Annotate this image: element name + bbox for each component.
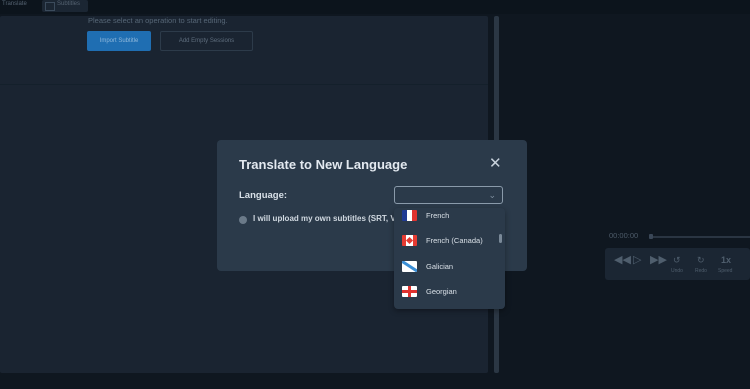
dropdown-option-french[interactable]: French <box>394 208 498 232</box>
editor-prompt: Please select an operation to start edit… <box>88 16 228 25</box>
speed-value[interactable]: 1x <box>721 254 731 266</box>
subtitles-icon <box>45 2 55 11</box>
language-dropdown: French French (Canada) Galician Georgian <box>394 208 505 309</box>
add-empty-sessions-button[interactable]: Add Empty Sessions <box>160 31 253 51</box>
chevron-down-icon: ⌄ <box>488 190 496 200</box>
canada-flag-icon <box>402 235 417 246</box>
timeline-track[interactable] <box>650 236 750 238</box>
tab-subtitles[interactable]: Subtitles <box>42 0 88 12</box>
speed-label: Speed <box>718 268 733 274</box>
language-select[interactable]: ⌄ <box>394 186 503 204</box>
upload-own-subtitles-label[interactable]: I will upload my own subtitles (SRT, VTT… <box>253 214 394 223</box>
rewind-icon[interactable]: ◀◀ <box>614 254 631 266</box>
timeline-handle[interactable] <box>649 234 653 239</box>
undo-label: Undo <box>671 268 683 274</box>
close-icon[interactable]: ✕ <box>489 156 502 171</box>
france-flag-icon <box>402 210 417 221</box>
tab-subtitles-label: Subtitles <box>57 1 81 7</box>
dropdown-option-french-canada[interactable]: French (Canada) <box>394 232 498 256</box>
option-label: French (Canada) <box>426 236 483 245</box>
top-bar <box>0 0 750 14</box>
video-preview-area <box>502 14 750 389</box>
undo-icon[interactable]: ↺ <box>673 254 681 266</box>
galicia-flag-icon <box>402 261 417 272</box>
divider <box>0 84 488 85</box>
import-subtitle-button[interactable]: Import Subtitle <box>87 31 151 51</box>
redo-label: Redo <box>695 268 707 274</box>
dropdown-option-georgian[interactable]: Georgian <box>394 284 498 308</box>
modal-title: Translate to New Language <box>239 157 408 172</box>
timecode: 00:00:00 <box>609 231 639 240</box>
tab-translate[interactable]: Translate <box>2 0 27 8</box>
redo-icon[interactable]: ↻ <box>697 254 705 266</box>
play-icon[interactable]: ▷ <box>633 254 641 266</box>
option-label: Galician <box>426 262 454 271</box>
option-label: Georgian <box>426 287 457 296</box>
upload-own-subtitles-radio[interactable] <box>239 216 247 224</box>
option-label: French <box>426 211 450 220</box>
dropdown-scrollbar[interactable] <box>499 234 502 243</box>
dropdown-option-galician[interactable]: Galician <box>394 258 498 282</box>
georgia-flag-icon <box>402 286 417 297</box>
language-label: Language: <box>239 190 288 201</box>
fast-forward-icon[interactable]: ▶▶ <box>650 254 667 266</box>
